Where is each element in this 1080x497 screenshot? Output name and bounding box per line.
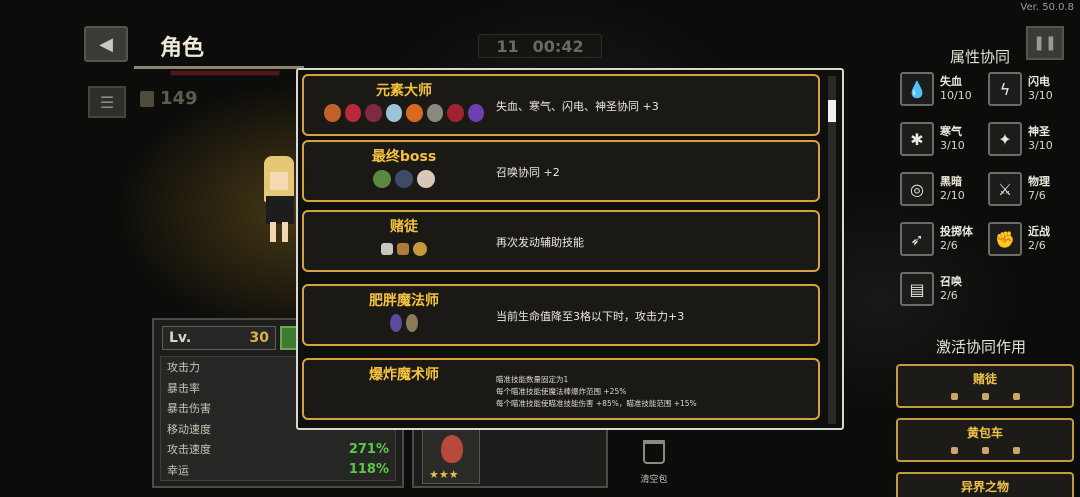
- synergy-lightning[interactable]: ϟ 闪电 3/10: [988, 72, 1053, 106]
- timer-value: 00:42: [532, 36, 584, 56]
- synergy-title: 属性协同: [950, 48, 1011, 66]
- projectile-icon: ➶: [900, 222, 934, 256]
- timer: 11 00:42: [478, 34, 602, 58]
- synergy-card[interactable]: 肥胖魔法师 当前生命值降至3格以下时，攻击力+3: [302, 284, 820, 346]
- fist-icon: ✊: [988, 222, 1022, 256]
- box-icon: [981, 393, 989, 400]
- trash-icon: [643, 440, 665, 464]
- coin-count: 149: [160, 88, 198, 109]
- synergy-card[interactable]: 最终boss 召唤协同 +2: [302, 140, 820, 202]
- sword-icon: ⚔: [988, 172, 1022, 206]
- crystal-icon: [324, 104, 341, 122]
- active-synergy-title: 激活协同作用: [936, 338, 1027, 356]
- menu-icon: ☰: [99, 92, 115, 112]
- dice-icon: [381, 243, 393, 255]
- synergy-card-title: 元素大师: [376, 83, 432, 99]
- timer-count: 11: [496, 36, 519, 56]
- book-icon: ▤: [900, 272, 934, 306]
- bread-icon: [1012, 447, 1020, 454]
- synergy-card-desc: 当前生命值降至3格以下时，攻击力+3: [496, 310, 685, 323]
- holy-star-icon: ✦: [988, 122, 1022, 156]
- lightning-icon: ϟ: [988, 72, 1022, 106]
- title-underline: [134, 66, 304, 69]
- gem-icon: [447, 104, 464, 122]
- scroll-thumb[interactable]: [828, 100, 836, 122]
- wand-icon: [950, 447, 958, 454]
- synergy-card[interactable]: 赌徒 再次发动辅助技能: [302, 210, 820, 272]
- active-synergy-gambler[interactable]: 赌徒: [896, 364, 1074, 408]
- synergy-card-title: 肥胖魔法师: [369, 293, 439, 309]
- lightning-crystal-icon: [467, 104, 484, 122]
- synergy-card-desc: 再次发动辅助技能: [496, 236, 584, 249]
- page-title: 角色: [160, 36, 205, 61]
- synergy-blood[interactable]: 💧 失血 10/10: [900, 72, 972, 106]
- stat-row: 幸运 118%: [167, 462, 389, 478]
- back-arrow-icon: ◀: [99, 33, 113, 55]
- synergy-holy[interactable]: ✦ 神圣 3/10: [988, 122, 1053, 156]
- stat-row: 攻击速度 271%: [167, 441, 389, 457]
- coin-counter: 149: [140, 88, 198, 109]
- star-rating-icon: ★★★: [429, 468, 459, 481]
- coin-icon: [1012, 393, 1020, 400]
- snowflake-icon: [385, 104, 402, 122]
- staff-icon: [406, 314, 418, 332]
- snowflake-icon: ✱: [900, 122, 934, 156]
- clear-bag-button[interactable]: 清空包: [632, 440, 676, 485]
- clear-bag-label: 清空包: [640, 475, 668, 485]
- synergy-projectile[interactable]: ➶ 投掷体 2/6: [900, 222, 973, 256]
- synergy-card-desc: 失血、寒气、闪电、神圣协同 +3: [496, 100, 659, 113]
- synergy-card-desc: 瞄准技能数量固定为1 每个瞄准技能使魔法棒爆炸范围 +25% 每个瞄准技能使瞄准…: [496, 375, 697, 408]
- level-value: 30: [249, 330, 269, 346]
- level-box: Lv. 30: [162, 326, 276, 350]
- inventory-slot[interactable]: ★★★: [422, 428, 480, 484]
- mask-icon: [417, 170, 435, 188]
- active-synergy-rickshaw[interactable]: 黄包车: [896, 418, 1074, 462]
- version-label: Ver. 50.0.8: [1020, 2, 1074, 13]
- modal-scrollbar[interactable]: [828, 76, 836, 424]
- box-icon: [397, 243, 409, 255]
- synergy-dark[interactable]: ◎ 黑暗 2/10: [900, 172, 965, 206]
- synergy-list-modal[interactable]: 元素大师 失血、寒气、闪电、神圣协同 +3 最终boss 召唤协同 +2 赌徒: [296, 68, 844, 430]
- synergy-physical[interactable]: ⚔ 物理 7/6: [988, 172, 1050, 206]
- synergy-card[interactable]: 爆炸魔术师 瞄准技能数量固定为1 每个瞄准技能使魔法棒爆炸范围 +25% 每个瞄…: [302, 358, 820, 420]
- blood-drop-icon: 💧: [900, 72, 934, 106]
- level-label: Lv.: [169, 330, 192, 346]
- hp-bar: [170, 70, 280, 76]
- synergy-card-title: 赌徒: [390, 219, 418, 235]
- egg-item-icon: [441, 435, 463, 463]
- coin-icon: [140, 90, 154, 107]
- synergy-summon[interactable]: ▤ 召唤 2/6: [900, 272, 962, 306]
- dark-swirl-icon: ◎: [900, 172, 934, 206]
- dice-icon: [950, 393, 958, 400]
- sun-orb-icon: [406, 104, 423, 122]
- blood-orb-icon: [365, 104, 382, 122]
- synergy-card-icons: [324, 104, 484, 122]
- inventory-panel: ★★★: [412, 420, 608, 488]
- synergy-card-icons: [324, 314, 484, 332]
- heart-icon: [344, 104, 361, 122]
- coin-icon: [413, 242, 427, 256]
- synergy-card[interactable]: 元素大师 失血、寒气、闪电、神圣协同 +3: [302, 74, 820, 136]
- pause-icon: ❚❚: [1033, 35, 1057, 51]
- dark-orb-icon: [395, 170, 413, 188]
- synergy-melee[interactable]: ✊ 近战 2/6: [988, 222, 1050, 256]
- menu-button[interactable]: ☰: [88, 86, 126, 118]
- wand-icon: [390, 314, 402, 332]
- back-button[interactable]: ◀: [84, 26, 128, 62]
- slime-icon: [373, 170, 391, 188]
- synergy-card-title: 爆炸魔术师: [369, 367, 439, 383]
- synergy-card-icons: [324, 240, 484, 256]
- plank-icon: [981, 447, 989, 454]
- synergy-card-title: 最终boss: [371, 149, 437, 165]
- synergy-frost[interactable]: ✱ 寒气 3/10: [900, 122, 965, 156]
- ring-icon: [426, 104, 443, 122]
- active-synergy-otherworld[interactable]: 异界之物: [896, 472, 1074, 497]
- pause-button[interactable]: ❚❚: [1026, 26, 1064, 60]
- synergy-card-desc: 召唤协同 +2: [496, 166, 560, 179]
- synergy-card-icons: [324, 170, 484, 188]
